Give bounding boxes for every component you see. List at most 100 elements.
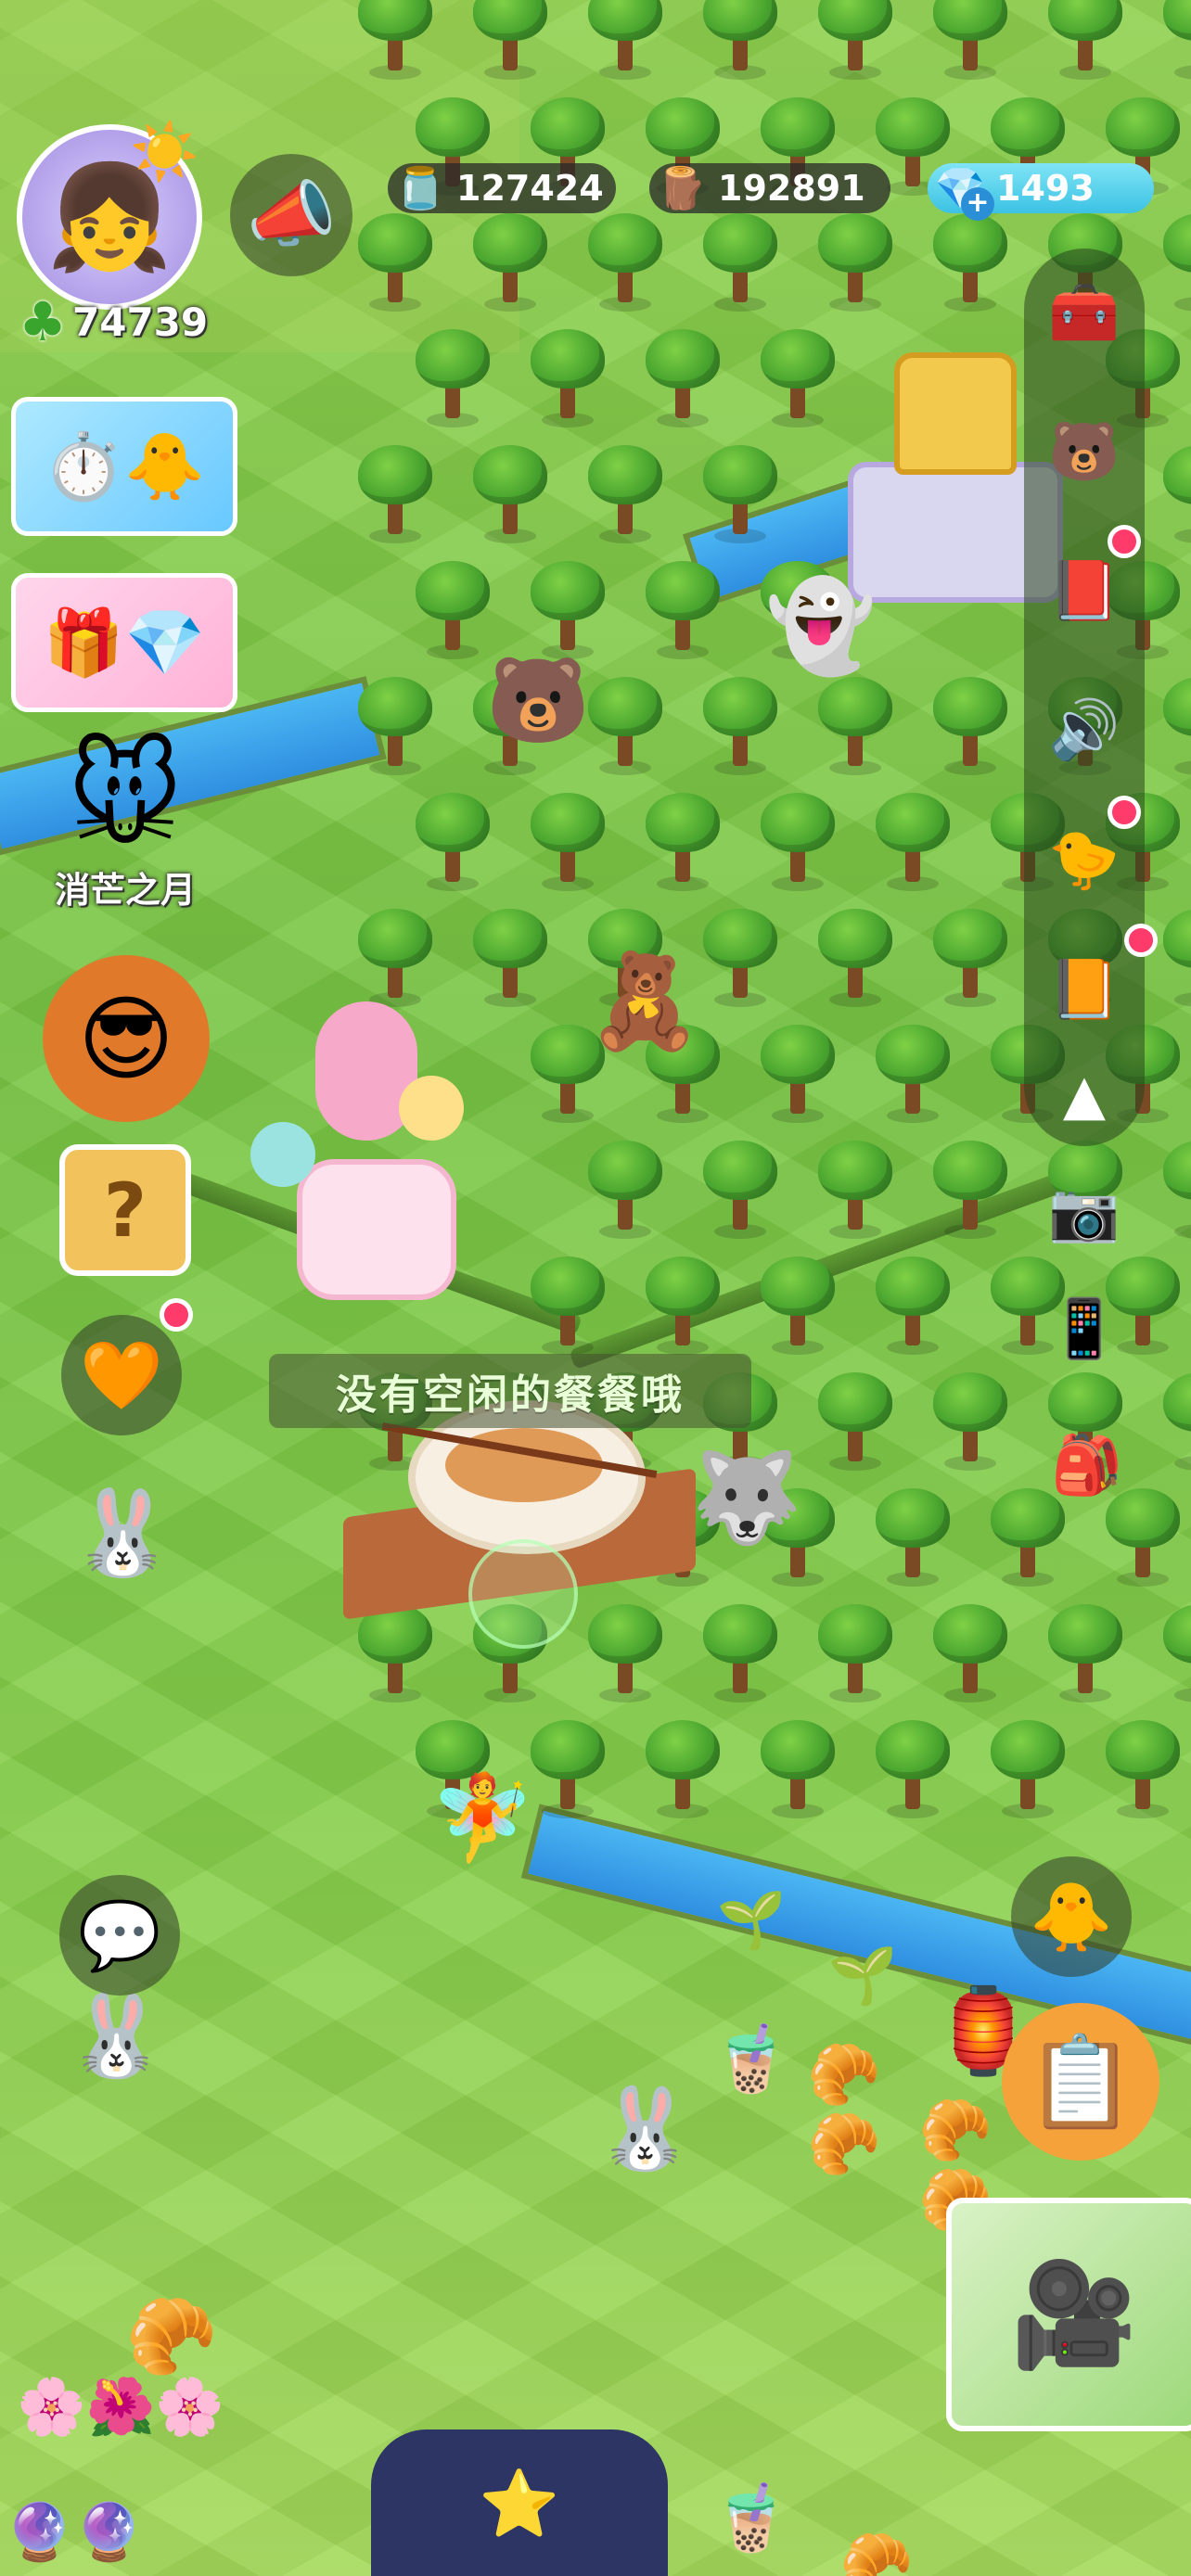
game-world[interactable]: 👻 🐻 🧸 🐺 🧚 🐰 🐰 🌱 🌱 🧋 🧋 🥐🥐 🥐🥐 🥐 🥐 🏮 🌸🌺🌸 ⭐ …	[0, 0, 1191, 2576]
clover-counter[interactable]: ♣ 74739	[19, 289, 208, 354]
tree	[698, 1141, 783, 1243]
chat-button[interactable]: 💬	[59, 1875, 180, 1996]
tree-crown	[703, 1604, 777, 1664]
croissant-item[interactable]: 🥐	[816, 2522, 937, 2576]
tree-crown	[531, 1256, 605, 1316]
tree	[352, 677, 438, 779]
jam-resource[interactable]: 🫙 127424	[388, 163, 616, 213]
gift-pack-button[interactable]: 🎁 💎	[11, 573, 237, 712]
tree-crown	[703, 909, 777, 968]
tree	[870, 1025, 955, 1127]
ghost-character[interactable]: 👻	[761, 566, 881, 686]
tree-crown	[473, 213, 547, 273]
croissant-item[interactable]: 🥐🥐	[918, 2097, 1039, 2235]
collapse-menu-button[interactable]: ▲	[1033, 1044, 1135, 1146]
tree	[1158, 1604, 1191, 1706]
wood-resource[interactable]: 🪵 192891	[649, 163, 890, 213]
tree	[640, 561, 725, 663]
chat-bubble-icon: 💬	[78, 1895, 161, 1974]
photo-camera-button[interactable]: 🎥	[946, 2198, 1191, 2431]
fairy-character[interactable]: 🧚	[427, 1753, 538, 1882]
tree-crown	[1163, 1604, 1191, 1664]
bunny-fountain-building[interactable]	[241, 974, 510, 1326]
tree-crown	[416, 561, 490, 620]
tree	[352, 445, 438, 547]
tree-crown	[416, 97, 490, 157]
bunny-character[interactable]: 🐰	[594, 2059, 696, 2198]
tree	[467, 213, 553, 315]
tree-crown	[588, 445, 662, 504]
tree	[698, 213, 783, 315]
tree	[698, 445, 783, 547]
camera-duck-icon: 🎥	[1010, 2254, 1138, 2374]
camera-button[interactable]: 📷	[1033, 1161, 1135, 1263]
tree-crown	[416, 793, 490, 852]
tree	[755, 329, 840, 431]
moon-event-label: 消芒之月	[54, 870, 196, 911]
moon-event-button[interactable]: 🐭 消芒之月	[28, 733, 223, 927]
tree	[640, 1720, 725, 1822]
tree-crown	[1106, 97, 1180, 157]
mystery-box-button[interactable]: ?	[37, 1141, 213, 1280]
tree-crown	[531, 329, 605, 389]
phone-swap-button[interactable]: 📱	[1033, 1278, 1135, 1380]
tree-crown	[818, 0, 892, 41]
maid-character[interactable]: 🐻	[482, 631, 594, 770]
speaker-button[interactable]: 🔊	[1033, 679, 1135, 781]
tree-crown	[703, 1141, 777, 1200]
recipe-book-button[interactable]: 📙	[1033, 938, 1135, 1040]
tree	[1158, 677, 1191, 779]
tree-crown	[933, 909, 1007, 968]
tree-crown	[933, 1372, 1007, 1432]
tree	[985, 1720, 1070, 1822]
notification-dot	[160, 1298, 193, 1332]
tree	[1043, 1604, 1128, 1706]
tasks-button[interactable]: 🧡	[61, 1315, 182, 1435]
megaphone-button[interactable]: 📣	[230, 154, 352, 276]
bear-character[interactable]: 🧸	[584, 927, 705, 1076]
tree-crown	[876, 97, 950, 157]
backpack-button[interactable]: 🎒	[1030, 1408, 1145, 1523]
tree	[755, 1025, 840, 1127]
bunny-clover-button[interactable]: 🐰	[13, 1473, 232, 1593]
selection-ring	[468, 1539, 578, 1649]
tree-crown	[531, 793, 605, 852]
tree-crown	[876, 1720, 950, 1779]
tree	[640, 1256, 725, 1358]
triangle-up-icon: ▲	[1062, 1063, 1107, 1128]
bubble-tea-item[interactable]: 🧋	[711, 2003, 791, 2114]
treasure-chest-button[interactable]: 🧰	[1033, 261, 1135, 363]
duck-wand-icon: 🐤	[1048, 825, 1121, 893]
sapling: 🌱	[716, 1887, 787, 1953]
bubble-tea-item[interactable]: 🧋	[711, 2467, 791, 2569]
wolf-character[interactable]: 🐺	[686, 1428, 807, 1567]
tree-crown	[1163, 677, 1191, 736]
recipe-book-icon: 📙	[1048, 955, 1121, 1023]
clover-icon: ♣	[19, 290, 67, 353]
tree	[870, 1720, 955, 1822]
tree-crown	[761, 329, 835, 389]
tree-crown	[761, 1256, 835, 1316]
gift-icon: 🎁	[43, 604, 124, 681]
bear-friends-button[interactable]: 🐻	[1033, 401, 1135, 503]
tree-crown	[646, 1256, 720, 1316]
backpack-icon: 🎒	[1051, 1431, 1123, 1498]
wood-log-icon: 🪵	[656, 165, 708, 212]
add-gem-button[interactable]: +	[961, 187, 994, 221]
duck-love-button[interactable]: 🐥	[1011, 1856, 1132, 1977]
tree-shadow	[1174, 1456, 1191, 1471]
tree	[1158, 1372, 1191, 1474]
tree	[1158, 445, 1191, 547]
tree	[870, 793, 955, 895]
tree-crown	[703, 0, 777, 41]
dog-sunglasses-button[interactable]: 😎	[43, 955, 210, 1122]
gem-resource[interactable]: 💎 1493 +	[928, 163, 1154, 221]
tree-crown	[588, 0, 662, 41]
gem-count: 1493	[996, 168, 1095, 209]
timed-event-button[interactable]: ⏱️ 🐥	[11, 397, 237, 536]
star-building[interactable]: ⭐	[371, 2429, 668, 2576]
croissant-item[interactable]: 🥐🥐	[807, 2041, 928, 2179]
duck-order-button[interactable]: 📋	[1002, 2003, 1159, 2161]
tree	[813, 1604, 898, 1706]
tree-crown	[646, 97, 720, 157]
